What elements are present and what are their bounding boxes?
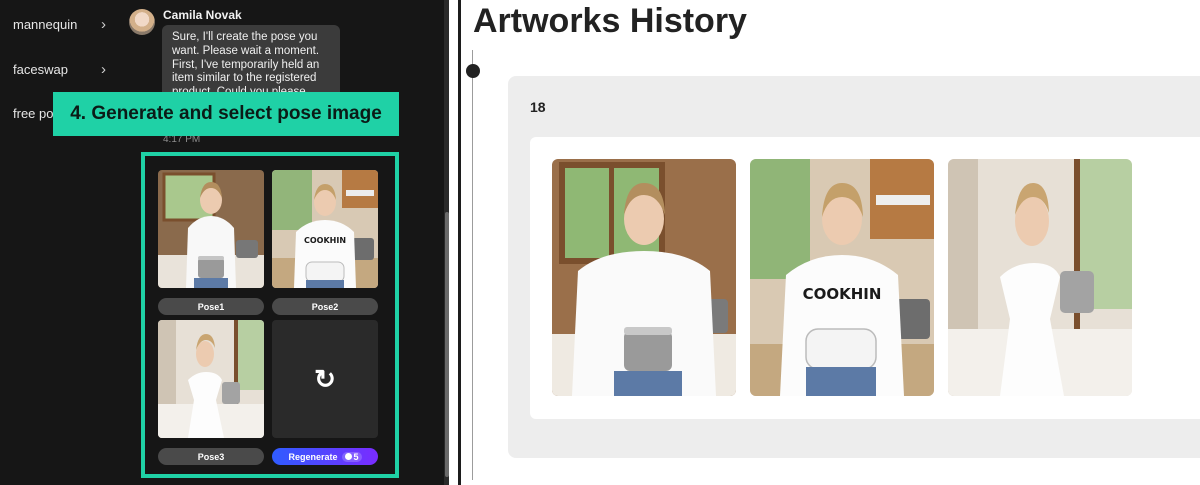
timeline-line (472, 50, 473, 480)
pose2-button[interactable]: Pose2 (272, 298, 378, 315)
sidebar-item-mannequin[interactable]: mannequin › (13, 16, 106, 33)
chat-panel: mannequin › faceswap › free po Camila No… (0, 0, 449, 485)
regenerate-button[interactable]: Regenerate 5 (272, 448, 378, 465)
sidebar-item-label: mannequin (13, 17, 78, 32)
artwork-image-2[interactable]: COOKHIN (750, 159, 934, 396)
avatar (129, 9, 155, 35)
sidebar-item-label: free po (13, 106, 54, 121)
app-root: mannequin › faceswap › free po Camila No… (0, 0, 1200, 485)
credit-count: 5 (353, 451, 359, 462)
sidebar-item-free-pose[interactable]: free po (13, 106, 53, 121)
page-title: Artworks History (473, 2, 747, 40)
message-sender: Camila Novak (163, 8, 242, 22)
pose3-thumbnail[interactable] (158, 320, 264, 438)
pose2-thumbnail[interactable]: COOKHIN (272, 170, 378, 288)
chevron-right-icon: › (101, 61, 106, 78)
pose3-button[interactable]: Pose3 (158, 448, 264, 465)
resize-handle[interactable] (458, 0, 461, 485)
coin-icon (344, 453, 352, 460)
timeline-dot (466, 64, 480, 78)
step-callout: 4. Generate and select pose image (53, 92, 399, 136)
regenerate-preview[interactable]: ↻ (272, 320, 378, 438)
pose1-button[interactable]: Pose1 (158, 298, 264, 315)
chevron-right-icon: › (101, 16, 106, 33)
regenerate-label: Regenerate (288, 451, 338, 462)
pose1-thumbnail[interactable] (158, 170, 264, 288)
shirt-logo-text: COOKHIN (304, 236, 346, 245)
history-count: 18 (530, 99, 546, 115)
artwork-image-3[interactable] (948, 159, 1132, 396)
credit-badge: 5 (341, 451, 362, 462)
artwork-image-1[interactable] (552, 159, 736, 396)
refresh-icon: ↻ (314, 363, 336, 394)
sidebar-item-label: faceswap (13, 62, 68, 77)
pose-selection-panel: COOKHIN ↻ Pose1 Pose2 Pose3 Regenerate 5 (141, 152, 399, 478)
sidebar-item-faceswap[interactable]: faceswap › (13, 61, 106, 78)
shirt-logo-text: COOKHIN (803, 285, 882, 303)
